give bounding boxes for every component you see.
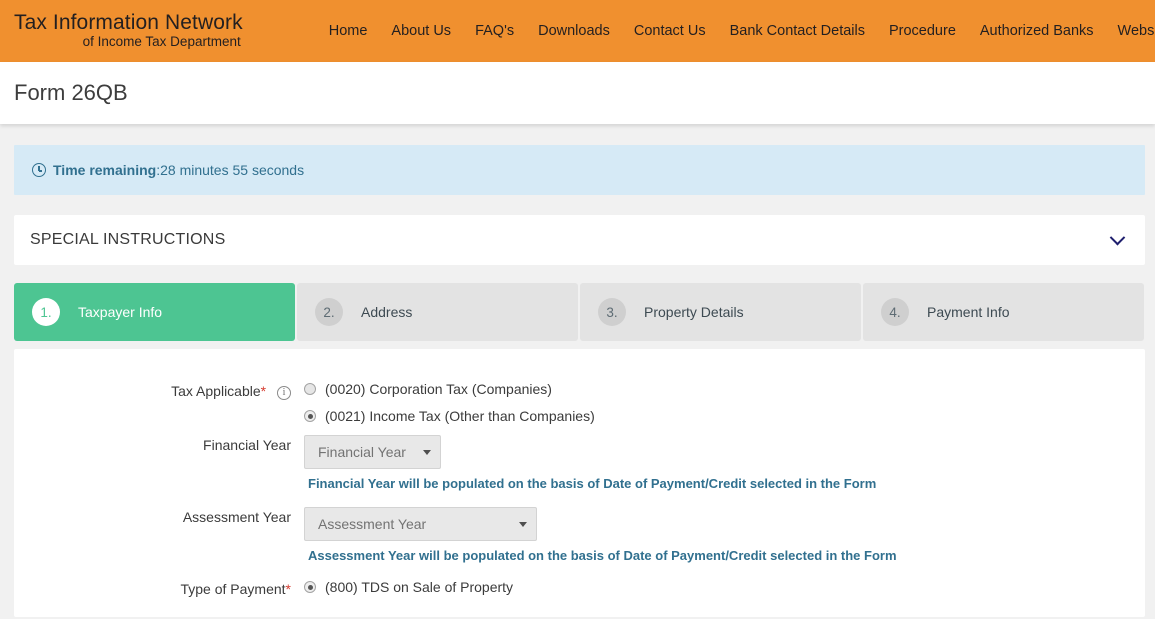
financial-year-control: Financial Year Financial Year will be po… — [304, 435, 1145, 507]
assessment-year-selected-value: Assessment Year — [318, 516, 427, 532]
nav-item-downloads[interactable]: Downloads — [538, 23, 610, 39]
time-remaining-value: 28 minutes 55 seconds — [160, 162, 305, 178]
taxpayer-info-form: Tax Applicable* i (0020) Corporation Tax… — [14, 349, 1145, 617]
info-icon[interactable]: i — [277, 386, 291, 400]
main-navigation: Home About Us FAQ's Downloads Contact Us… — [329, 23, 1155, 39]
step-label: Address — [361, 304, 413, 320]
time-remaining-banner: Time remaining : 28 minutes 55 seconds — [14, 145, 1145, 195]
step-tab-address[interactable]: 2. Address — [297, 283, 578, 341]
nav-item-authorized-banks[interactable]: Authorized Banks — [980, 23, 1094, 39]
assessment-year-select[interactable]: Assessment Year — [304, 507, 537, 541]
form-stepper: 1. Taxpayer Info 2. Address 3. Property … — [14, 283, 1145, 341]
radio-option-label: (0021) Income Tax (Other than Companies) — [325, 408, 595, 424]
radio-option-label: (800) TDS on Sale of Property — [325, 579, 514, 595]
step-number: 2. — [315, 298, 343, 326]
type-of-payment-label-text: Type of Payment — [180, 581, 286, 597]
field-row-tax-applicable: Tax Applicable* i (0020) Corporation Tax… — [14, 381, 1145, 435]
step-tab-taxpayer-info[interactable]: 1. Taxpayer Info — [14, 283, 295, 341]
page-title-bar: Form 26QB — [0, 62, 1155, 124]
chevron-down-icon — [423, 449, 431, 455]
page-content: Time remaining : 28 minutes 55 seconds S… — [0, 145, 1155, 619]
assessment-year-label: Assessment Year — [182, 509, 291, 525]
time-remaining-label: Time remaining — [53, 162, 157, 178]
nav-item-faqs[interactable]: FAQ's — [475, 23, 514, 39]
financial-year-selected-value: Financial Year — [318, 444, 406, 460]
field-row-type-of-payment: Type of Payment* (800) TDS on Sale of Pr… — [14, 579, 1145, 606]
clock-icon — [32, 163, 46, 177]
step-number: 3. — [598, 298, 626, 326]
financial-year-label: Financial Year — [203, 437, 291, 453]
tax-applicable-label: Tax Applicable* i — [14, 381, 304, 400]
step-label: Property Details — [644, 304, 744, 320]
radio-button[interactable] — [304, 581, 316, 593]
step-label: Payment Info — [927, 304, 1010, 320]
nav-item-contact-us[interactable]: Contact Us — [634, 23, 706, 39]
step-label: Taxpayer Info — [78, 304, 163, 320]
step-number: 4. — [881, 298, 909, 326]
page-right-gutter — [1145, 145, 1155, 619]
field-row-financial-year: Financial Year Financial Year Financial … — [14, 435, 1145, 507]
brand-subtitle: of Income Tax Department — [82, 34, 241, 50]
radio-button[interactable] — [304, 410, 316, 422]
type-of-payment-label: Type of Payment* — [14, 579, 304, 597]
nav-item-bank-contact-details[interactable]: Bank Contact Details — [730, 23, 865, 39]
financial-year-select[interactable]: Financial Year — [304, 435, 441, 469]
tax-applicable-label-text: Tax Applicable — [171, 383, 261, 399]
nav-item-procedure[interactable]: Procedure — [889, 23, 956, 39]
nav-item-website-policies[interactable]: Website Policies — [1118, 23, 1155, 39]
site-header: Tax Information Network of Income Tax De… — [0, 0, 1155, 62]
radio-option-income-tax[interactable]: (0021) Income Tax (Other than Companies) — [304, 408, 1145, 424]
special-instructions-title: SPECIAL INSTRUCTIONS — [30, 231, 226, 248]
type-of-payment-options: (800) TDS on Sale of Property — [304, 579, 1145, 606]
step-tab-payment-info[interactable]: 4. Payment Info — [863, 283, 1144, 341]
chevron-down-icon[interactable] — [1109, 229, 1126, 245]
financial-year-hint: Financial Year will be populated on the … — [308, 476, 877, 491]
radio-option-corporation-tax[interactable]: (0020) Corporation Tax (Companies) — [304, 381, 1145, 397]
step-number: 1. — [32, 298, 60, 326]
field-row-assessment-year: Assessment Year Assessment Year Assessme… — [14, 507, 1145, 579]
required-asterisk: * — [260, 383, 267, 399]
radio-option-tds-on-sale-of-property[interactable]: (800) TDS on Sale of Property — [304, 579, 1145, 595]
radio-option-label: (0020) Corporation Tax (Companies) — [325, 381, 552, 397]
required-asterisk: * — [285, 581, 291, 597]
page-title: Form 26QB — [14, 80, 128, 105]
assessment-year-control: Assessment Year Assessment Year will be … — [304, 507, 1145, 579]
nav-item-about-us[interactable]: About Us — [391, 23, 451, 39]
chevron-down-icon — [519, 521, 527, 527]
brand-title: Tax Information Network — [14, 11, 243, 35]
step-tab-property-details[interactable]: 3. Property Details — [580, 283, 861, 341]
nav-item-home[interactable]: Home — [329, 23, 368, 39]
brand-logo[interactable]: Tax Information Network of Income Tax De… — [0, 12, 243, 49]
radio-button[interactable] — [304, 383, 316, 395]
assessment-year-hint: Assessment Year will be populated on the… — [308, 548, 897, 563]
tax-applicable-options: (0020) Corporation Tax (Companies) (0021… — [304, 381, 1145, 435]
special-instructions-panel[interactable]: SPECIAL INSTRUCTIONS — [14, 215, 1145, 265]
